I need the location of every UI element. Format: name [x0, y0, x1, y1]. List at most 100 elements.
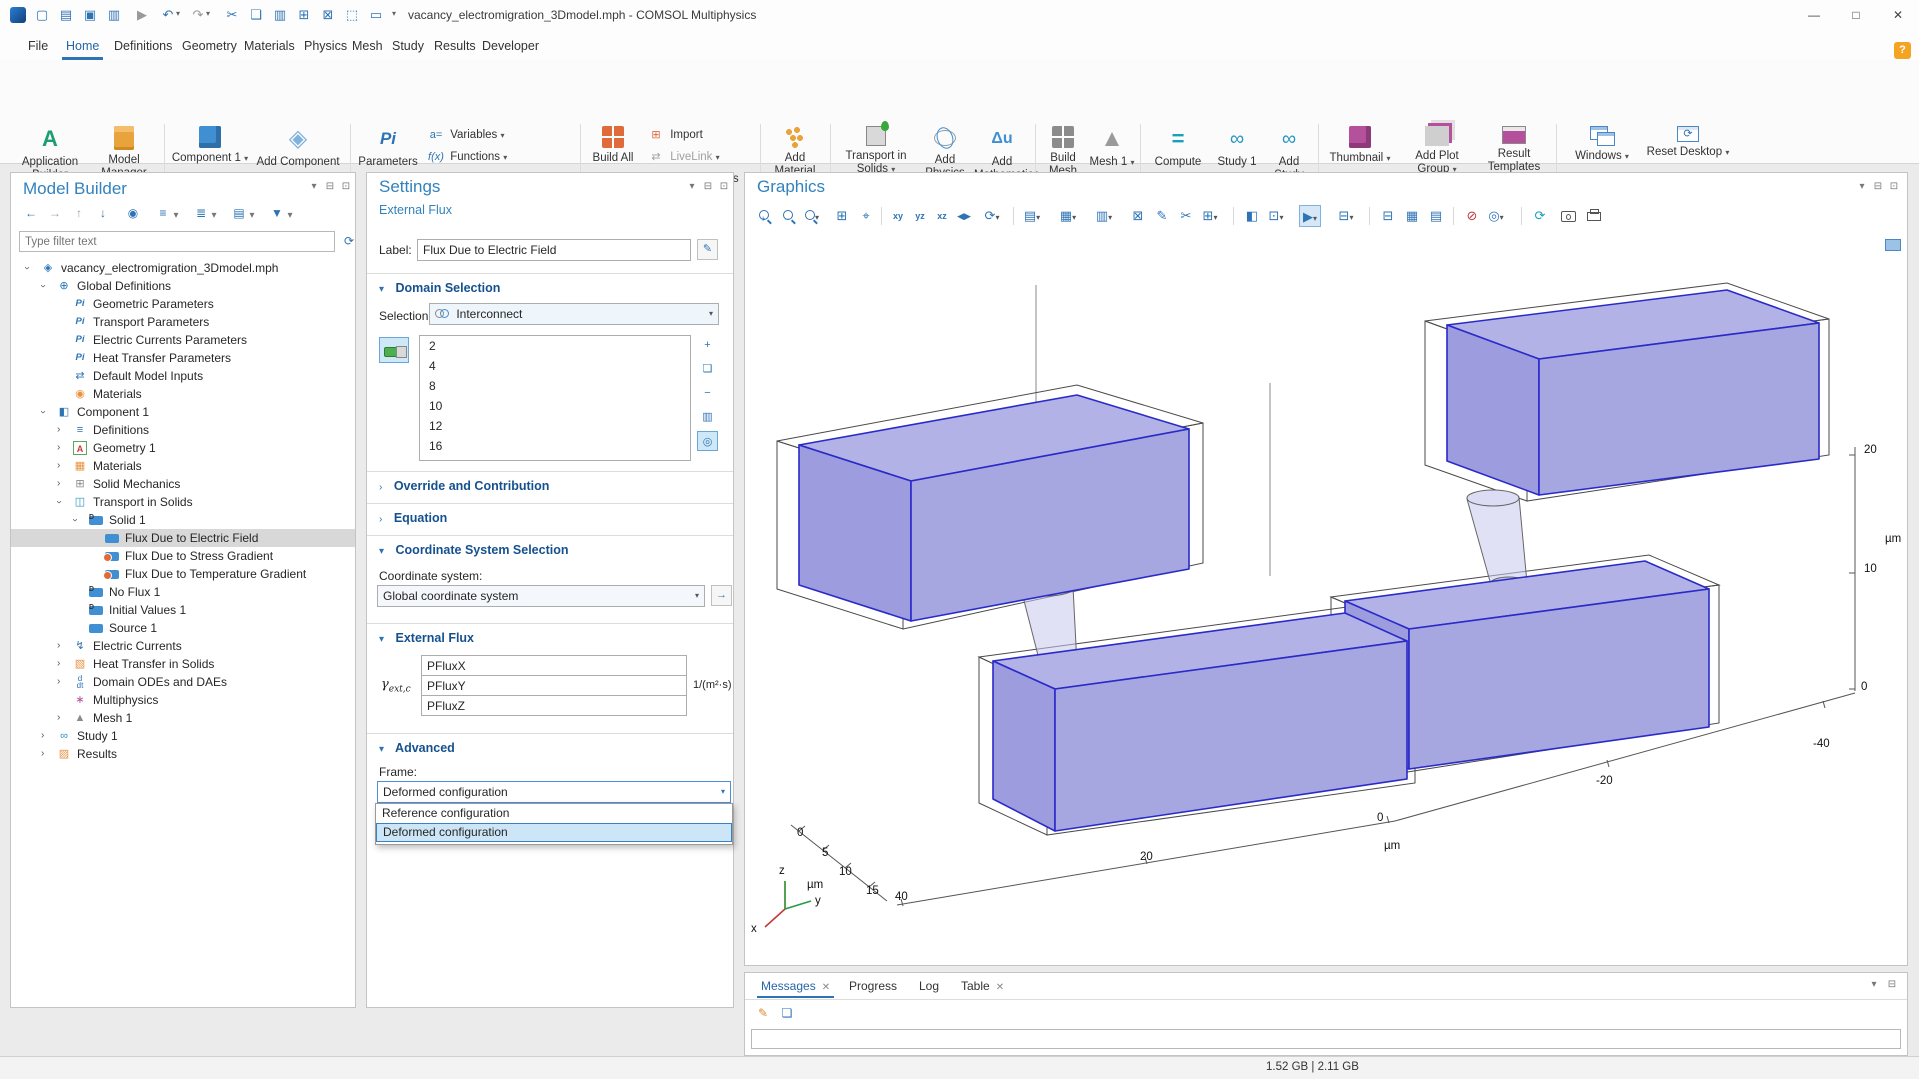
tree-back-icon[interactable]: ← [21, 203, 41, 223]
cut-icon[interactable]: ✂ [222, 5, 242, 25]
collapse-icon[interactable]: › [57, 655, 60, 673]
close-button[interactable]: ✕ [1877, 0, 1919, 30]
livelink-button[interactable]: ⇄ LiveLink ▾ [648, 146, 758, 168]
rename-icon[interactable]: ✎ [697, 239, 718, 260]
go-to-default-view-icon[interactable]: ⌖ [855, 205, 877, 227]
expand-icon[interactable]: › [34, 284, 52, 287]
no-color-icon[interactable]: ⊘ [1461, 205, 1483, 227]
tab-progress[interactable]: Progress [845, 976, 901, 998]
tree-row[interactable]: ◉ Materials [11, 385, 355, 403]
redo-chevron-icon[interactable]: ▾ [206, 9, 210, 18]
import-button[interactable]: ⊞ Import [648, 124, 758, 146]
help-icon[interactable]: ? [1894, 42, 1911, 59]
add-to-selection-icon[interactable]: + [697, 335, 718, 355]
tree-row[interactable]: Flux Due to Temperature Gradient [11, 565, 355, 583]
functions-button[interactable]: f(x) Functions ▾ [428, 146, 578, 168]
override-header[interactable]: › Override and Contribution [379, 479, 549, 493]
collapse-icon[interactable]: › [57, 457, 60, 475]
transparency-icon[interactable]: ⊡▾ [1265, 205, 1287, 227]
tree-row[interactable]: Pi Electric Currents Parameters [11, 331, 355, 349]
go-to-yz-view-icon[interactable]: yz [909, 205, 931, 227]
refresh-filter-icon[interactable]: ⟳ [339, 231, 359, 251]
label-input[interactable] [417, 239, 691, 261]
panel-menu-icon[interactable]: ▾ [685, 181, 699, 192]
float-panel-icon[interactable]: ⊟ [323, 181, 337, 192]
tree-filter-input[interactable] [19, 231, 335, 252]
deselect-box-icon[interactable]: ▭ [366, 5, 386, 25]
expand-all-chevron-icon[interactable]: ▾ [169, 210, 183, 221]
tree-move-down-icon[interactable]: ↓ [93, 203, 113, 223]
collapse-icon[interactable]: › [57, 421, 60, 439]
clear-messages-icon[interactable]: ✎ [753, 1003, 773, 1023]
tab-mesh[interactable]: Mesh [348, 36, 387, 60]
panel-menu-icon[interactable]: ▾ [1867, 979, 1881, 990]
paste-selection-icon[interactable]: ▥ [697, 407, 718, 427]
domain-list-item[interactable]: 8 [420, 376, 690, 396]
tree-row[interactable]: › ▨ Results [11, 745, 355, 763]
subwindow-icon[interactable]: ▦ [1401, 205, 1423, 227]
tree-row[interactable]: › Solid 1 [11, 511, 355, 529]
frame-combobox[interactable]: Deformed configuration ▾ [377, 781, 731, 803]
expand-icon[interactable]: › [50, 500, 68, 503]
zoom-box-icon[interactable]: ▾ [801, 205, 823, 227]
graphics-canvas[interactable]: 20 µm 10 0 -40 -20 0 5 10 µm 15 40 20 0 … [747, 233, 1907, 965]
funnel-chevron-icon[interactable]: ▾ [283, 210, 297, 221]
tree-row[interactable]: › A Geometry 1 [11, 439, 355, 457]
tree-row[interactable]: Pi Geometric Parameters [11, 295, 355, 313]
pin-panel-icon[interactable]: ⊡ [717, 181, 731, 192]
advanced-header[interactable]: ▾ Advanced [379, 741, 455, 755]
tab-table[interactable]: Table✕ [957, 976, 1008, 998]
paste-icon[interactable]: ▥ [270, 5, 290, 25]
copy-icon[interactable]: ❏ [246, 5, 266, 25]
go-to-xz-view-icon[interactable]: xz [931, 205, 953, 227]
flux-z-input[interactable] [421, 695, 687, 716]
tree-row[interactable]: › ddt Domain ODEs and DAEs [11, 673, 355, 691]
messages-text-area[interactable] [751, 1029, 1901, 1049]
selection-mode-icon[interactable]: ⊞▾ [1199, 205, 1221, 227]
go-to-source-icon[interactable]: → [711, 585, 732, 606]
save-as-icon[interactable]: ▥ [104, 5, 124, 25]
tree-row[interactable]: › ▧ Heat Transfer in Solids [11, 655, 355, 673]
color-target-icon[interactable]: ◎▾ [1485, 205, 1507, 227]
tab-file[interactable]: File [24, 36, 52, 60]
image-options-icon[interactable]: ▦▾ [1057, 205, 1079, 227]
remove-from-selection-icon[interactable]: − [697, 383, 718, 403]
collapse-icon[interactable]: › [41, 745, 44, 763]
coordinate-system-dropdown[interactable]: Global coordinate system ▾ [377, 585, 705, 607]
sync-views-icon[interactable]: ▤ [1425, 205, 1447, 227]
options-chevron-icon[interactable]: ▾ [245, 210, 259, 221]
tree-row[interactable]: › ◫ Transport in Solids [11, 493, 355, 511]
float-panel-icon[interactable]: ⊟ [1885, 979, 1899, 990]
collapse-icon[interactable]: › [57, 709, 60, 727]
scene-appearance-icon[interactable]: ▤▾ [1021, 205, 1043, 227]
qat-more-icon[interactable]: ▾ [392, 9, 396, 18]
frame-option-reference[interactable]: Reference configuration [376, 804, 732, 823]
selection-dropdown[interactable]: Interconnect ▾ [429, 303, 719, 325]
tree-row-selected[interactable]: Flux Due to Electric Field [11, 529, 355, 547]
zoom-to-selection-icon[interactable]: ◎ [697, 431, 718, 451]
domain-list-item[interactable]: 4 [420, 356, 690, 376]
float-panel-icon[interactable]: ⊟ [1871, 181, 1885, 192]
flip-view-icon[interactable]: ◀▶ [953, 205, 975, 227]
tab-definitions[interactable]: Definitions [110, 36, 176, 60]
domain-list[interactable]: 2 4 8 10 12 16 [419, 335, 691, 461]
tree-row[interactable]: › ⊕ Global Definitions [11, 277, 355, 295]
variables-button[interactable]: a= Variables ▾ [428, 124, 578, 146]
redo-icon[interactable]: ↷ [188, 5, 208, 25]
domain-selection-header[interactable]: ▾ Domain Selection [379, 281, 500, 295]
print-icon[interactable] [1583, 205, 1605, 227]
delete-icon[interactable]: ⊠ [318, 5, 338, 25]
tree-row[interactable]: › ▲ Mesh 1 [11, 709, 355, 727]
tree-row[interactable]: Initial Values 1 [11, 601, 355, 619]
tree-row[interactable]: › ⊞ Solid Mechanics [11, 475, 355, 493]
zoom-extents-icon[interactable]: ⊞ [831, 205, 853, 227]
tab-developer[interactable]: Developer [478, 36, 543, 60]
collapse-icon[interactable]: › [57, 475, 60, 493]
frame-option-deformed[interactable]: Deformed configuration [376, 823, 732, 842]
select-box-icon[interactable]: ⬚ [342, 5, 362, 25]
collapse-icon[interactable]: › [57, 637, 60, 655]
tree-row[interactable]: › ∞ Study 1 [11, 727, 355, 745]
edit-selection-icon[interactable]: ✎ [1151, 205, 1173, 227]
expand-icon[interactable]: › [34, 410, 52, 413]
run-icon[interactable]: ▶ [132, 5, 152, 25]
